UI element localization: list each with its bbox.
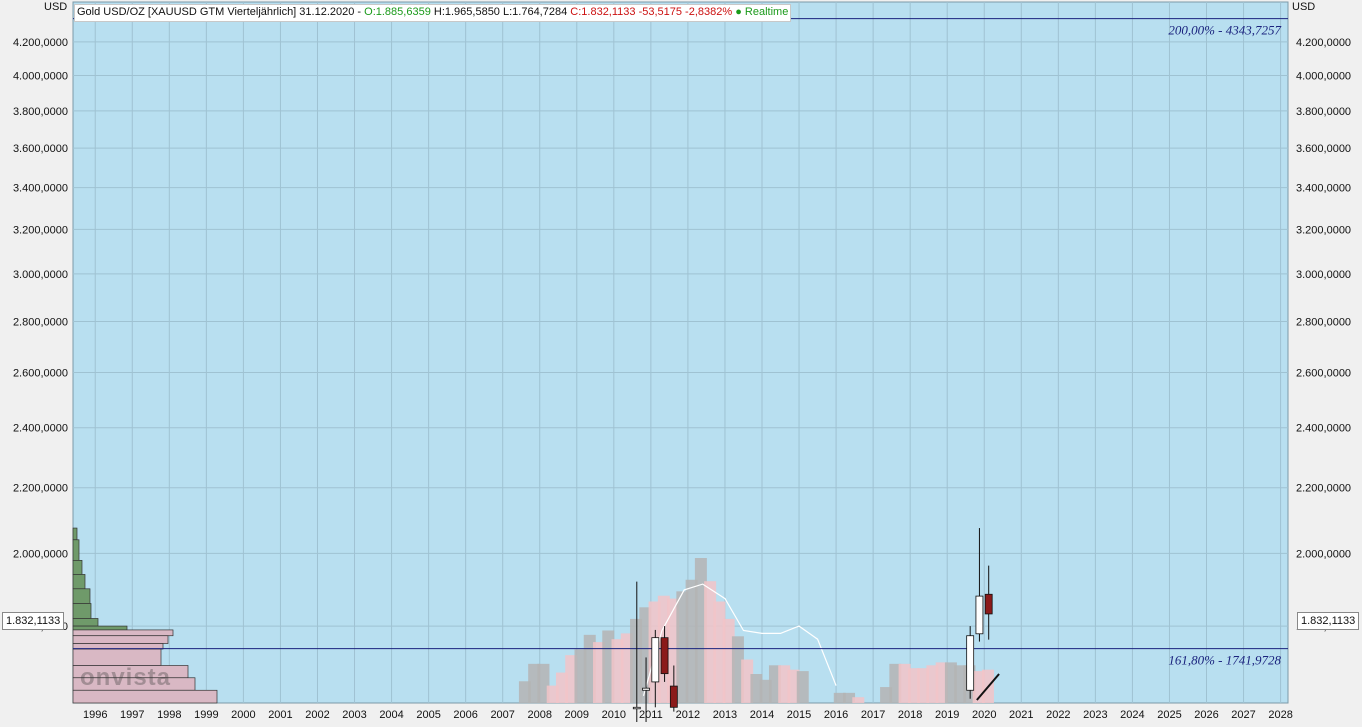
volume-profile-bar: [72, 629, 174, 637]
y-tick-label-right: 4.000,0000: [1296, 71, 1351, 83]
x-tick-label: 2005: [416, 709, 440, 721]
y-tick-label-left: 2.200,0000: [13, 483, 68, 495]
x-tick-label: 2012: [676, 709, 700, 721]
y-tick-label-left: 3.800,0000: [13, 106, 68, 118]
x-tick-label: 2024: [1120, 709, 1144, 721]
y-tick-label-right: 2.400,0000: [1296, 423, 1351, 435]
candle-body: [651, 637, 660, 683]
x-tick-label: 2013: [713, 709, 737, 721]
y-tick-label-left: 3.400,0000: [13, 183, 68, 195]
y-tick-label-left: 2.800,0000: [13, 316, 68, 328]
y-tick-label-left: 2.400,0000: [13, 423, 68, 435]
x-tick-label: 2026: [1194, 709, 1218, 721]
currency-label-right: USD: [1292, 1, 1316, 13]
x-tick-label: 2009: [565, 709, 589, 721]
y-tick-label-left: 3.000,0000: [13, 269, 68, 281]
x-tick-label: 2003: [342, 709, 366, 721]
volume-profile-bar: [72, 527, 78, 541]
x-tick-label: 2018: [898, 709, 922, 721]
candle-body: [966, 635, 975, 691]
volume-profile-bar: [72, 539, 80, 561]
x-tick-label: 2011: [639, 709, 663, 721]
y-tick-label-right: 2.200,0000: [1296, 483, 1351, 495]
x-tick-label: 2010: [602, 709, 626, 721]
y-tick-label-left: 2.000,0000: [13, 548, 68, 560]
x-tick-label: 2008: [527, 709, 551, 721]
x-tick-label: 2015: [787, 709, 811, 721]
x-tick-label: 2020: [972, 709, 996, 721]
y-tick-label-right: 4.200,0000: [1296, 37, 1351, 49]
onvista-logo: onvista: [80, 664, 172, 691]
volume-profile-bar: [72, 618, 99, 627]
y-tick-label-right: 3.600,0000: [1296, 143, 1351, 155]
currency-label-left: USD: [44, 1, 68, 13]
y-tick-label-right: 3.800,0000: [1296, 106, 1351, 118]
x-tick-label: 1996: [83, 709, 107, 721]
volume-bar: [796, 671, 809, 703]
x-tick-label: 2021: [1009, 709, 1033, 721]
x-tick-label: 2022: [1046, 709, 1070, 721]
fib-level-label: 161,80% - 1741,9728: [1168, 653, 1281, 668]
y-tick-label-right: 2.800,0000: [1296, 316, 1351, 328]
y-tick-label-left: 2.600,0000: [13, 368, 68, 380]
x-tick-label: 1999: [194, 709, 218, 721]
y-tick-label-right: 2.600,0000: [1296, 368, 1351, 380]
high-low-value: H:1.965,5850 L:1.764,7284: [433, 6, 568, 18]
y-tick-label-right: 3.200,0000: [1296, 224, 1351, 236]
y-tick-label-left: 4.200,0000: [13, 37, 68, 49]
chart-canvas: 1996 1997 1998 1999 2000 2001 2002 2003 2004 2005…: [13, 1, 1351, 727]
volume-profile-bar: [72, 689, 218, 704]
instrument-label: Gold USD/OZ [XAUUSD GTM Vierteljährlich]…: [77, 6, 362, 18]
candle-body: [975, 595, 984, 635]
current-price-tag-right: 1.832,1133: [1297, 612, 1360, 630]
x-tick-label: 2001: [268, 709, 292, 721]
x-tick-label: 2014: [750, 709, 774, 721]
volume-profile-bar: [72, 560, 83, 575]
y-tick-label-right: 3.400,0000: [1296, 183, 1351, 195]
x-tick-label: 2027: [1231, 709, 1255, 721]
candle-body: [642, 687, 650, 691]
volume-profile-bar: [72, 603, 92, 619]
y-tick-label-left: 3.600,0000: [13, 143, 68, 155]
x-tick-label: 2007: [490, 709, 514, 721]
volume-profile-bar: [72, 588, 91, 604]
x-tick-label: 2016: [824, 709, 848, 721]
y-tick-label-right: 3.000,0000: [1296, 269, 1351, 281]
x-tick-label: 1998: [157, 709, 181, 721]
x-tick-label: 2028: [1268, 709, 1292, 721]
candle-body: [984, 593, 993, 615]
x-tick-label: 2023: [1083, 709, 1107, 721]
x-tick-label: 2004: [379, 709, 403, 721]
x-tick-label: 1997: [120, 709, 144, 721]
x-tick-label: 2002: [305, 709, 329, 721]
candle-body: [669, 685, 678, 708]
volume-profile-bar: [72, 574, 86, 590]
fib-level-label: 200,00% - 4343,7257: [1168, 23, 1281, 38]
volume-profile-bar: [72, 625, 128, 631]
x-tick-label: 2019: [935, 709, 959, 721]
close-value: C:1.832,1133 -53,5175 -2,8382%: [570, 6, 733, 18]
candle-body: [632, 706, 641, 710]
volume-bar: [852, 697, 865, 703]
y-tick-label-left: 4.000,0000: [13, 71, 68, 83]
candle-body: [660, 637, 669, 675]
y-tick-label-left: 3.200,0000: [13, 224, 68, 236]
x-tick-label: 2017: [861, 709, 885, 721]
current-price-tag-left: 1.832,1133: [2, 612, 65, 630]
chart-header: Gold USD/OZ [XAUUSD GTM Vierteljährlich]…: [74, 4, 792, 22]
open-value: O:1.885,6359: [364, 6, 431, 18]
price-chart[interactable]: 1996 1997 1998 1999 2000 2001 2002 2003 2004 2005…: [0, 0, 1362, 727]
x-tick-label: 2025: [1157, 709, 1181, 721]
x-tick-label: 2006: [453, 709, 477, 721]
y-tick-label-right: 2.000,0000: [1296, 548, 1351, 560]
realtime-badge: ● Realtime: [735, 6, 789, 18]
x-tick-label: 2000: [231, 709, 255, 721]
volume-profile-bar: [72, 635, 169, 644]
